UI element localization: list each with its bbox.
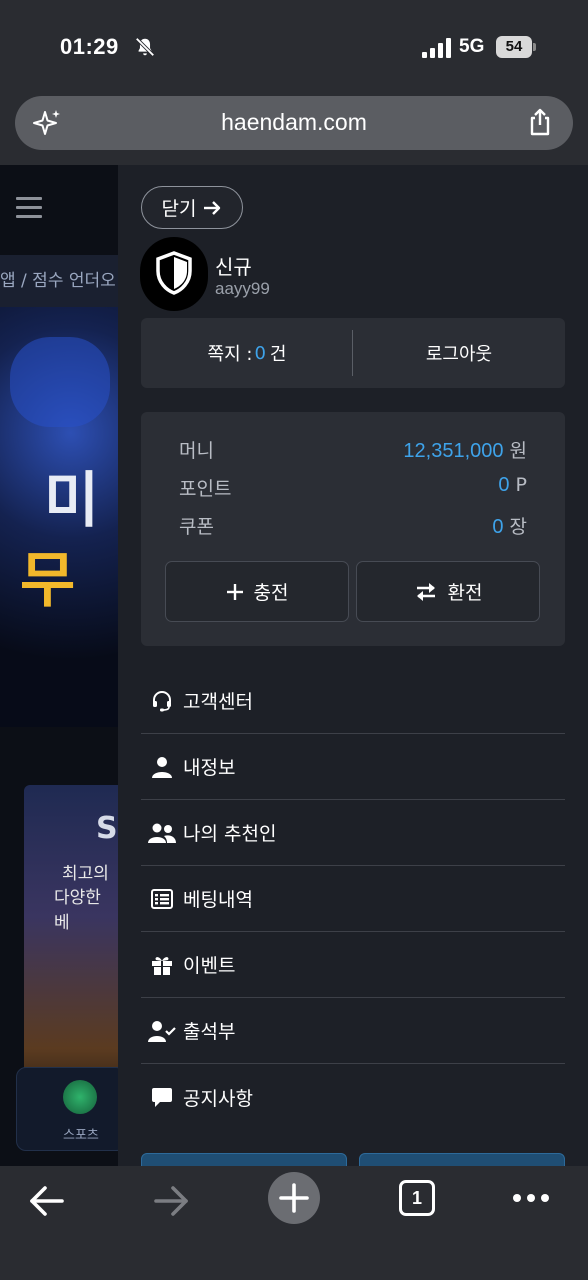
money-value: 12,351,000 — [403, 440, 504, 462]
address-bar[interactable]: haendam.com — [15, 96, 573, 150]
points-label: 포인트 — [179, 478, 232, 500]
more-options-icon[interactable] — [512, 1192, 550, 1204]
coupons-label: 쿠폰 — [179, 516, 214, 538]
plus-icon — [226, 583, 243, 600]
exchange-button[interactable]: 환전 — [356, 561, 540, 622]
points-row: 포인트 0P — [179, 474, 527, 501]
side-drawer: 닫기 신규 aayy99 쪽지 : 0 건 로그아웃 머니 12,351,000… — [118, 165, 588, 1166]
banner-text-2: 무 — [20, 546, 76, 616]
money-label: 머니 — [179, 440, 214, 462]
menu-label: 공지사항 — [183, 1087, 253, 1110]
user-id: aayy99 — [215, 279, 270, 298]
comment-icon — [147, 1085, 177, 1109]
users-icon — [147, 821, 177, 845]
silent-bell-icon — [135, 37, 155, 57]
signal-icon — [422, 38, 451, 58]
browser-toolbar: 1 — [0, 1166, 588, 1280]
menu-item-bet-history[interactable]: 베팅내역 — [141, 866, 565, 932]
back-arrow-icon[interactable] — [28, 1183, 66, 1219]
menu-label: 이벤트 — [183, 955, 236, 977]
drawer-bottom-button-left[interactable] — [141, 1153, 347, 1166]
points-value: 0 — [498, 474, 510, 496]
promo-banner-2[interactable]: S 최고의 다양한 베 — [24, 785, 118, 1115]
banner2-line-2: 다양한 베 — [54, 888, 101, 933]
exchange-arrows-icon — [416, 582, 435, 601]
messages-link[interactable]: 쪽지 : 0 건 — [141, 318, 353, 388]
drawer-menu: 고객센터 내정보 나의 추천인 베팅내역 이벤트 출석부 공지사항 — [141, 668, 565, 1130]
logout-button[interactable]: 로그아웃 — [353, 318, 565, 388]
notice-marquee: 앱 / 점수 언더오 — [0, 255, 118, 307]
points-unit: P — [515, 474, 527, 496]
battery-level: 54 — [496, 36, 532, 58]
user-check-icon — [147, 1019, 177, 1043]
banner2-line-1: 최고의 — [62, 864, 109, 884]
promo-banner[interactable]: 미 무 — [0, 307, 118, 727]
list-icon — [147, 887, 177, 911]
wallet-panel: 머니 12,351,000 원 포인트 0P 쿠폰 0장 충전 환전 — [141, 412, 565, 646]
deposit-label: 충전 — [253, 582, 289, 604]
close-label: 닫기 — [161, 198, 197, 220]
hamburger-menu-icon[interactable] — [16, 197, 42, 219]
coupons-value: 0 — [492, 516, 504, 538]
menu-item-my-info[interactable]: 내정보 — [141, 734, 565, 800]
arrow-right-icon — [204, 200, 221, 215]
menu-item-my-referrals[interactable]: 나의 추천인 — [141, 800, 565, 866]
messages-unit: 건 — [269, 344, 287, 365]
banner2-title: S — [96, 811, 118, 846]
user-grade: 신규 — [215, 255, 252, 279]
forward-arrow-icon[interactable] — [152, 1183, 190, 1219]
menu-item-attendance[interactable]: 출석부 — [141, 998, 565, 1064]
banner-text-1: 미 — [44, 466, 100, 536]
browser-top-chrome: 01:29 5G 54 haendam.com — [0, 0, 588, 165]
gamepad-image — [10, 337, 110, 427]
new-tab-button[interactable] — [268, 1172, 320, 1224]
money-row: 머니 12,351,000 원 — [179, 436, 527, 463]
sports-card[interactable]: 스포츠 — [16, 1067, 118, 1151]
network-type: 5G — [459, 36, 485, 57]
url-text[interactable]: haendam.com — [15, 109, 573, 136]
headset-icon — [147, 689, 177, 713]
menu-label: 베팅내역 — [183, 889, 253, 911]
share-icon[interactable] — [525, 107, 555, 137]
messages-count: 0 — [254, 342, 266, 364]
sports-label: 스포츠 — [63, 1128, 99, 1143]
close-button[interactable]: 닫기 — [141, 186, 243, 229]
plus-icon — [279, 1183, 309, 1213]
menu-label: 내정보 — [183, 757, 236, 779]
menu-item-customer-center[interactable]: 고객센터 — [141, 668, 565, 734]
shield-icon — [156, 251, 192, 295]
avatar — [140, 237, 208, 311]
deposit-button[interactable]: 충전 — [165, 561, 349, 622]
money-unit: 원 — [509, 440, 527, 462]
menu-item-events[interactable]: 이벤트 — [141, 932, 565, 998]
coupons-row: 쿠폰 0장 — [179, 512, 527, 539]
tab-switcher-button[interactable]: 1 — [399, 1180, 435, 1216]
menu-label: 고객센터 — [183, 691, 253, 713]
soccer-ball-icon — [63, 1080, 97, 1114]
drawer-bottom-button-right[interactable] — [359, 1153, 565, 1166]
user-icon — [147, 755, 177, 779]
background-page: 앱 / 점수 언더오 미 무 S 최고의 다양한 베 스포츠 — [0, 165, 118, 1166]
messages-label: 쪽지 : — [207, 344, 253, 365]
battery-icon: 54 — [496, 36, 538, 58]
gift-icon — [147, 953, 177, 977]
exchange-label: 환전 — [447, 582, 483, 604]
status-time: 01:29 — [60, 34, 119, 59]
menu-label: 출석부 — [183, 1021, 236, 1043]
message-logout-panel: 쪽지 : 0 건 로그아웃 — [141, 318, 565, 388]
menu-item-notices[interactable]: 공지사항 — [141, 1064, 565, 1130]
menu-label: 나의 추천인 — [183, 823, 277, 845]
coupons-unit: 장 — [509, 516, 527, 538]
